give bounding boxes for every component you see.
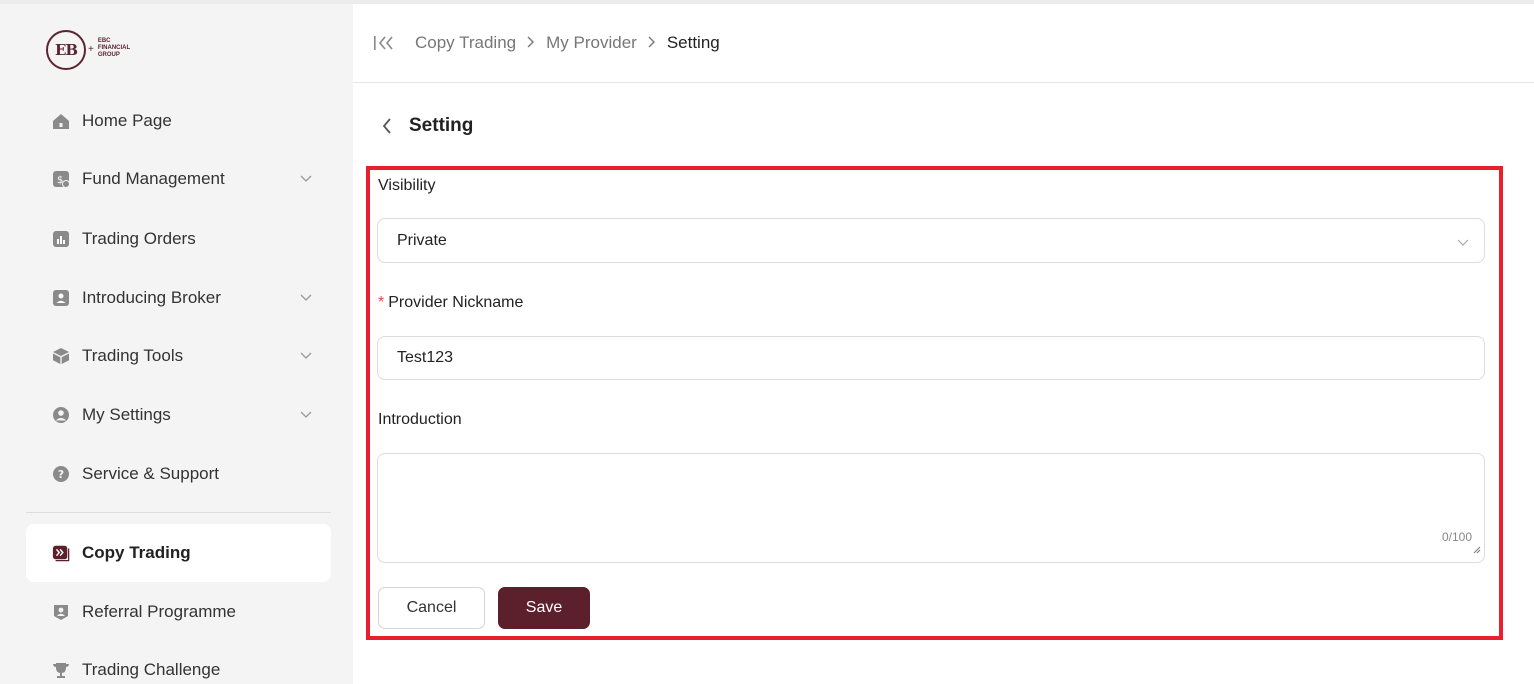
chevron-down-icon — [299, 170, 313, 190]
sidebar-item-referral-programme[interactable]: Referral Programme — [26, 583, 331, 641]
logo-mark-icon: EB — [46, 30, 86, 70]
introduction-textarea[interactable]: 0/100 — [377, 453, 1485, 563]
trophy-icon — [52, 661, 70, 679]
sidebar-item-label: Referral Programme — [82, 602, 236, 621]
visibility-select[interactable]: Private — [377, 218, 1485, 263]
sidebar-divider — [26, 512, 331, 513]
breadcrumb-item-setting: Setting — [666, 33, 720, 52]
svg-text:?: ? — [58, 468, 64, 481]
broker-icon — [52, 289, 70, 307]
provider-nickname-input[interactable] — [377, 336, 1485, 380]
user-circle-icon — [52, 406, 70, 424]
sidebar-item-fund-management[interactable]: $ Fund Management — [26, 150, 331, 208]
save-button[interactable]: Save — [498, 587, 590, 629]
sidebar-item-copy-trading[interactable]: Copy Trading — [26, 524, 331, 582]
chevron-down-icon — [299, 406, 313, 426]
box-icon — [52, 347, 70, 365]
sidebar-item-label: My Settings — [82, 405, 171, 424]
required-mark: * — [378, 294, 385, 311]
sidebar-item-label: Trading Orders — [82, 229, 196, 248]
sidebar-item-label: Introducing Broker — [82, 288, 221, 307]
logo-text-line: FINANCIAL — [97, 44, 131, 51]
sidebar-item-label: Copy Trading — [82, 543, 191, 562]
visibility-selected-value: Private — [397, 231, 447, 249]
help-icon: ? — [52, 465, 70, 483]
chevron-down-icon — [299, 289, 313, 309]
sidebar-item-label: Home Page — [82, 111, 172, 130]
copy-trading-icon — [52, 544, 70, 562]
introduction-label: Introduction — [378, 411, 462, 428]
sidebar-item-label: Trading Tools — [82, 346, 184, 365]
sidebar-item-trading-challenge[interactable]: Trading Challenge — [26, 641, 331, 684]
page-title-bar: Setting — [381, 115, 473, 137]
home-icon — [52, 112, 70, 130]
chevron-right-icon — [526, 35, 536, 51]
logo-text-line: EBC — [97, 37, 111, 44]
breadcrumb-item-copy-trading[interactable]: Copy Trading — [415, 33, 516, 53]
sidebar-item-my-settings[interactable]: My Settings — [26, 386, 331, 444]
chevron-down-icon — [299, 347, 313, 367]
fund-icon: $ — [52, 170, 70, 188]
sidebar-item-home-page[interactable]: Home Page — [26, 92, 331, 150]
logo-text-line: GROUP — [97, 51, 120, 58]
sidebar-item-label: Fund Management — [82, 169, 225, 188]
referral-icon — [52, 603, 70, 621]
chart-icon — [52, 230, 70, 248]
introduction-char-counter: 0/100 — [1441, 530, 1472, 544]
top-header: Copy Trading My Provider Setting — [353, 0, 1534, 83]
sidebar: EB + EBC FINANCIAL GROUP Home Page $ Fun… — [0, 0, 353, 684]
breadcrumb: Copy Trading My Provider Setting — [415, 33, 720, 53]
resize-handle-icon[interactable] — [1473, 541, 1481, 559]
sidebar-item-label: Trading Challenge — [82, 660, 221, 679]
page-title: Setting — [409, 115, 474, 136]
sidebar-item-introducing-broker[interactable]: Introducing Broker — [26, 269, 331, 327]
sidebar-item-service-support[interactable]: ? Service & Support — [26, 445, 331, 503]
visibility-label: Visibility — [378, 177, 436, 194]
sidebar-item-trading-orders[interactable]: Trading Orders — [26, 210, 331, 268]
sidebar-item-trading-tools[interactable]: Trading Tools — [26, 327, 331, 385]
sidebar-item-label: Service & Support — [82, 464, 220, 483]
brand-logo[interactable]: EB + EBC FINANCIAL GROUP — [46, 30, 130, 70]
chevron-right-icon — [647, 35, 657, 51]
provider-nickname-label: * Provider Nickname — [378, 294, 523, 312]
cancel-button[interactable]: Cancel — [378, 587, 485, 629]
breadcrumb-item-my-provider[interactable]: My Provider — [546, 33, 637, 53]
back-arrow-icon[interactable] — [381, 117, 393, 135]
collapse-sidebar-icon[interactable] — [373, 34, 395, 57]
chevron-down-icon — [1456, 235, 1470, 254]
provider-nickname-label-text: Provider Nickname — [388, 294, 524, 311]
